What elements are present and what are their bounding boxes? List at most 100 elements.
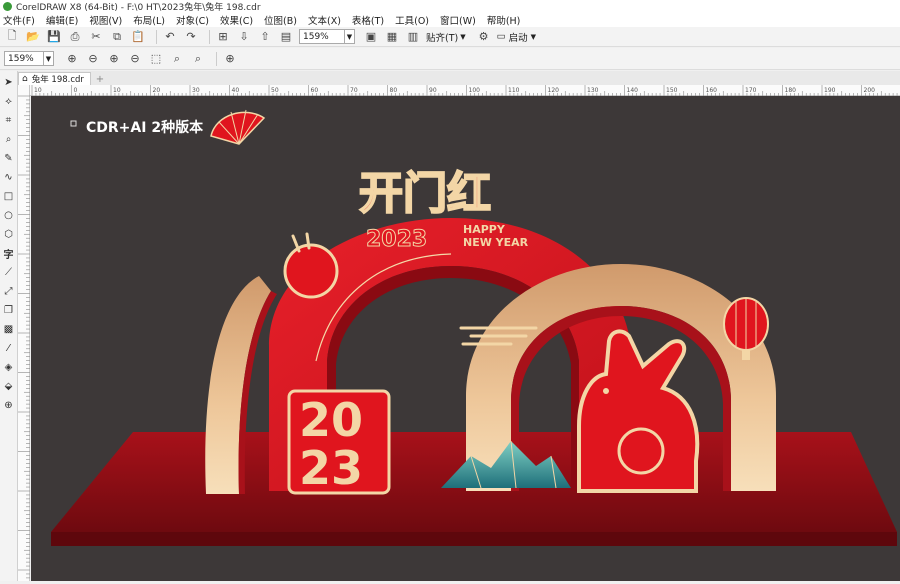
ruler-label: 180	[785, 87, 797, 94]
menu-item[interactable]: 位图(B)	[264, 13, 297, 27]
redo-icon[interactable]: ↷	[183, 29, 199, 45]
artwork-svg: 20 23 开门红 2023 HAPPY NEW YEAR CDR+AI 2种版…	[31, 96, 900, 581]
zoom-tool-icon[interactable]: ⌕	[2, 132, 16, 146]
show-grid-icon[interactable]: ▥	[405, 29, 421, 45]
full-screen-icon[interactable]: ▣	[363, 29, 379, 45]
transparency-tool-icon[interactable]: ▩	[2, 322, 16, 336]
toolbar-separator	[209, 29, 210, 44]
shape-tool-icon[interactable]: ⟡	[2, 94, 16, 108]
zoom-page-icon[interactable]: ⬚	[148, 51, 164, 67]
property-bar: 159% ▼ ⊕ ⊖ ⊕ ⊖ ⬚ ⌕ ⌕ ⊕	[0, 48, 900, 70]
toolbox: ➤ ⟡ ⌗ ⌕ ✎ ∿ □ ○ ⬡ 字 ⟋ ⤢ ❐ ▩ ⁄ ◈ ⬙ ⊕	[0, 71, 18, 581]
drop-shadow-icon[interactable]: ❐	[2, 303, 16, 317]
ruler-label: 70	[350, 87, 358, 94]
import-icon[interactable]: ⇩	[236, 29, 252, 45]
window-title: CorelDRAW X8 (64-Bit) - F:\0 HT\2023兔年\兔…	[16, 3, 261, 13]
artistic-media-icon[interactable]: ∿	[2, 170, 16, 184]
menu-item[interactable]: 对象(C)	[176, 13, 209, 27]
eyedropper-icon[interactable]: ⁄	[2, 341, 16, 355]
ruler-label: 170	[745, 87, 757, 94]
horizontal-ruler[interactable]: 10 0 10 20 30 40 50 60 70 80 90 100 110 120 130 140 150 1…	[30, 85, 900, 96]
watermark-text: CDR+AI 2种版本	[86, 119, 204, 136]
search-content-icon[interactable]: ⊞	[215, 29, 231, 45]
polygon-tool-icon[interactable]: ⬡	[2, 227, 16, 241]
chevron-down-icon: ▼	[43, 52, 53, 65]
drawing-canvas[interactable]: 20 23 开门红 2023 HAPPY NEW YEAR CDR+AI 2种版…	[31, 96, 900, 581]
launch-icon: ▭	[496, 31, 506, 42]
crop-tool-icon[interactable]: ⌗	[2, 113, 16, 127]
paste-icon[interactable]: 📋	[130, 29, 146, 45]
ruler-label: 190	[824, 87, 836, 94]
add-icon[interactable]: ⊕	[222, 51, 238, 67]
freehand-tool-icon[interactable]: ✎	[2, 151, 16, 165]
year-small: 2023	[366, 227, 427, 252]
snap-to-button[interactable]: 贴齐(T) ▼	[426, 30, 466, 44]
ruler-label: 30	[192, 87, 200, 94]
menu-item[interactable]: 效果(C)	[220, 13, 253, 27]
toolbar-separator	[156, 29, 157, 44]
headline-text: 开门红	[359, 168, 491, 219]
toolbar-separator	[216, 51, 217, 66]
rectangle-tool-icon[interactable]: □	[2, 189, 16, 203]
happy-text: HAPPY	[463, 223, 506, 236]
zoom-all-icon[interactable]: ⊖	[127, 51, 143, 67]
menu-bar: 文件(F) 编辑(E) 视图(V) 布局(L) 对象(C) 效果(C) 位图(B) 文本(X)…	[0, 13, 900, 27]
smart-fill-icon[interactable]: ⬙	[2, 379, 16, 393]
zoom-level-select-2[interactable]: 159% ▼	[4, 51, 54, 66]
zoom-height-icon[interactable]: ⌕	[190, 51, 206, 67]
export-pdf-icon[interactable]: ▤	[278, 29, 294, 45]
lantern-tassel	[742, 350, 750, 360]
ruler-label: 150	[666, 87, 678, 94]
zoom-in-icon[interactable]: ⊕	[64, 51, 80, 67]
new-tab-icon[interactable]: +	[94, 73, 106, 85]
cut-icon[interactable]: ✂	[88, 29, 104, 45]
zoom-selected-icon[interactable]: ⊕	[106, 51, 122, 67]
zoom-width-icon[interactable]: ⌕	[169, 51, 185, 67]
export-icon[interactable]: ⇧	[257, 29, 273, 45]
menu-item[interactable]: 文本(X)	[308, 13, 341, 27]
ruler-label: 90	[429, 87, 437, 94]
ellipse-tool-icon[interactable]: ○	[2, 208, 16, 222]
connector-tool-icon[interactable]: ⤢	[2, 284, 16, 298]
chevron-down-icon: ▼	[460, 32, 466, 41]
undo-icon[interactable]: ↶	[162, 29, 178, 45]
interactive-fill-icon[interactable]: ◈	[2, 360, 16, 374]
coreldraw-logo-icon	[3, 2, 12, 11]
menu-item[interactable]: 工具(O)	[395, 13, 429, 27]
parallel-dimension-icon[interactable]: ⟋	[2, 265, 16, 279]
save-icon[interactable]: 💾	[46, 29, 62, 45]
add-tool-icon[interactable]: ⊕	[2, 398, 16, 412]
copy-icon[interactable]: ⧉	[109, 29, 125, 45]
horizontal-ruler-ticks: 10 0 10 20 30 40 50 60 70 80 90 100 110 120 130 140 150 1…	[31, 85, 898, 96]
ruler-label: 200	[864, 87, 876, 94]
title-bar: CorelDRAW X8 (64-Bit) - F:\0 HT\2023兔年\兔…	[0, 0, 900, 13]
menu-item[interactable]: 编辑(E)	[46, 13, 78, 27]
launch-button[interactable]: ▭ 启动 ▼	[497, 30, 536, 44]
menu-item[interactable]: 帮助(H)	[487, 13, 521, 27]
menu-item[interactable]: 文件(F)	[3, 13, 35, 27]
ruler-label: 50	[271, 87, 279, 94]
menu-item[interactable]: 布局(L)	[133, 13, 165, 27]
vertical-ruler[interactable]	[18, 85, 30, 581]
pick-tool-icon[interactable]: ➤	[2, 75, 16, 89]
document-tab-bar: ⌂ 兔年 198.cdr +	[18, 71, 900, 85]
options-gear-icon[interactable]: ⚙	[476, 29, 492, 45]
ruler-label: 20	[153, 87, 161, 94]
show-rulers-icon[interactable]: ▦	[384, 29, 400, 45]
menu-item[interactable]: 视图(V)	[89, 13, 122, 27]
ruler-label: 160	[706, 87, 718, 94]
menu-item[interactable]: 表格(T)	[352, 13, 384, 27]
text-tool-icon[interactable]: 字	[2, 246, 16, 261]
zoom-level-select[interactable]: 159% ▼	[299, 29, 355, 44]
open-folder-icon[interactable]: 📂	[25, 29, 41, 45]
new-document-icon[interactable]: 🗋	[4, 29, 20, 45]
ruler-label: 130	[587, 87, 599, 94]
document-tab[interactable]: ⌂ 兔年 198.cdr	[18, 72, 91, 85]
chevron-down-icon: ▼	[530, 32, 536, 41]
ruler-label: 60	[311, 87, 319, 94]
ruler-label: 120	[548, 87, 560, 94]
zoom-out-icon[interactable]: ⊖	[85, 51, 101, 67]
menu-item[interactable]: 窗口(W)	[440, 13, 476, 27]
ruler-label: 110	[508, 87, 520, 94]
print-icon[interactable]: ⎙	[67, 29, 83, 45]
